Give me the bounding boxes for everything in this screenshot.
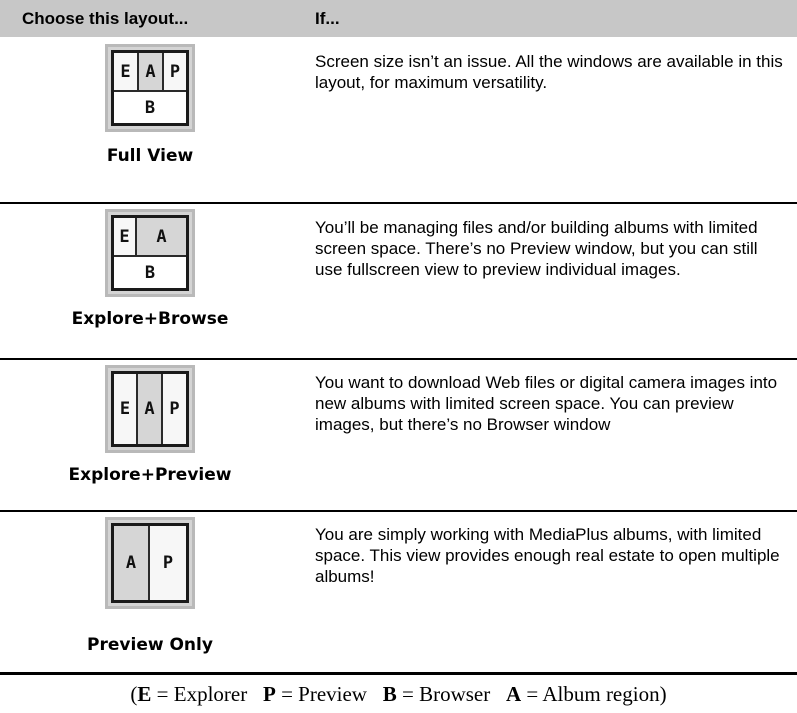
explorer-pane-icon: E [114,218,137,257]
layout-thumbnail-cell: E A P Explore+Preview [0,365,300,510]
legend-val-e: = Explorer [151,682,263,706]
browser-pane-icon: B [114,257,186,288]
header-if-column: If... [315,9,340,28]
table-header: Choose this layout... If... [0,0,797,37]
layout-thumbnail-cell: E A B Explore+Browse [0,209,300,357]
table-row: E A P Explore+Preview You want to downlo… [0,360,797,510]
layout-table: Choose this layout... If... E A P B Full… [0,0,797,713]
browser-pane-icon: B [114,92,186,123]
layout-name: Explore+Preview [68,465,232,485]
preview-pane-icon: P [163,374,186,444]
preview-pane-icon: P [164,53,186,92]
legend-val-b: = Browser [396,682,506,706]
legend-val-a: = Album region) [521,682,667,706]
legend-key-a: A [506,682,522,706]
album-pane-icon: A [137,218,186,257]
layout-description: You are simply working with MediaPlus al… [315,525,780,586]
explore-preview-icon: E A P [105,365,195,453]
album-pane-icon: A [114,526,150,600]
explore-browse-icon: E A B [105,209,195,297]
layout-name: Explore+Browse [71,309,229,329]
full-view-icon: E A P B [105,44,195,132]
layout-name: Preview Only [87,635,213,655]
table-row: A P Preview Only You are simply working … [0,512,797,672]
layout-name: Full View [106,146,194,166]
legend-key-p: P [262,682,276,706]
table-row: E A P B Full View Screen size isn’t an i… [0,37,797,202]
layout-description: You want to download Web files or digita… [315,373,778,434]
album-pane-icon: A [139,53,164,92]
legend-val-p: = Preview [275,682,383,706]
header-layout-column: Choose this layout... [22,9,189,28]
preview-only-icon: A P [105,517,195,609]
preview-pane-icon: P [150,526,186,600]
table-bottom-rule [0,672,797,675]
legend-key-e: E [137,682,152,706]
layout-thumbnail-cell: A P Preview Only [0,517,300,669]
explorer-pane-icon: E [114,374,138,444]
legend-key-b: B [382,682,397,706]
layout-description: You’ll be managing files and/or building… [315,218,758,279]
layout-thumbnail-cell: E A P B Full View [0,44,300,194]
album-pane-icon: A [138,374,163,444]
explorer-pane-icon: E [114,53,139,92]
layout-description: Screen size isn’t an issue. All the wind… [315,52,783,92]
legend: (E = Explorer P = Preview B = Browser A … [0,682,797,707]
table-row: E A B Explore+Browse You’ll be managing … [0,204,797,359]
